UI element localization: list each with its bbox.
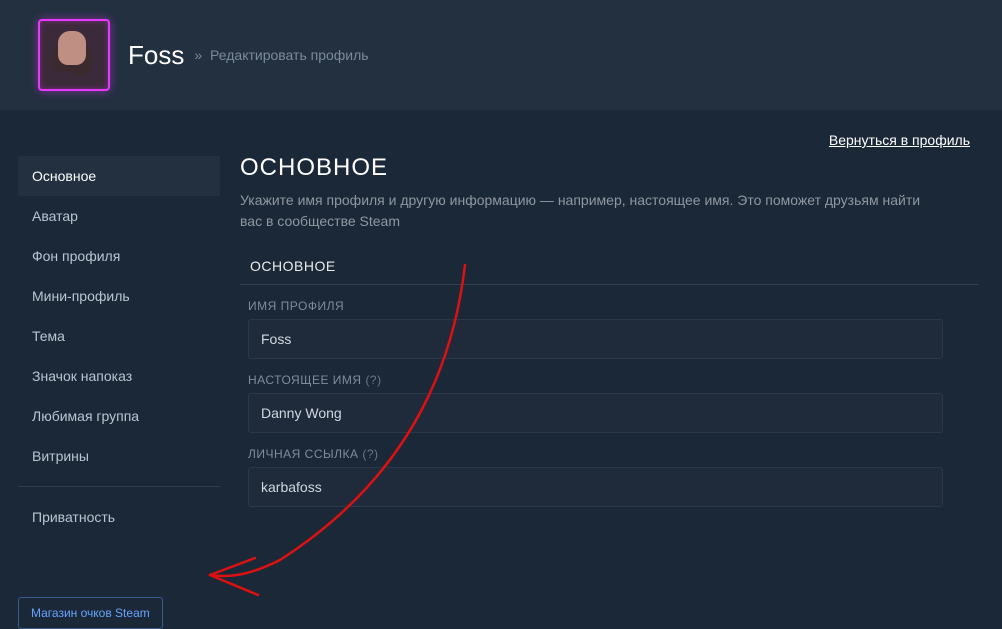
field-custom-url: ЛИЧНАЯ ССЫЛКА (?): [240, 447, 978, 507]
sidebar: Основное Аватар Фон профиля Мини-профиль…: [18, 156, 220, 629]
section-heading-general: ОСНОВНОЕ: [240, 258, 978, 274]
sidebar-item-badge[interactable]: Значок напоказ: [18, 356, 220, 396]
input-custom-url[interactable]: [248, 467, 943, 507]
sidebar-item-theme[interactable]: Тема: [18, 316, 220, 356]
sidebar-item-general[interactable]: Основное: [18, 156, 220, 196]
field-real-name: НАСТОЯЩЕЕ ИМЯ (?): [240, 373, 978, 433]
input-profile-name[interactable]: [248, 319, 943, 359]
label-real-name-text: НАСТОЯЩЕЕ ИМЯ: [248, 373, 362, 387]
help-icon[interactable]: (?): [365, 373, 381, 387]
sidebar-item-avatar[interactable]: Аватар: [18, 196, 220, 236]
sidebar-item-privacy[interactable]: Приватность: [18, 497, 220, 537]
section-divider: [240, 284, 978, 285]
main-panel: ОСНОВНОЕ Укажите имя профиля и другую ин…: [240, 154, 988, 629]
avatar[interactable]: [38, 19, 110, 91]
label-real-name: НАСТОЯЩЕЕ ИМЯ (?): [248, 373, 970, 387]
breadcrumb-text: Редактировать профиль: [210, 47, 369, 63]
field-profile-name: ИМЯ ПРОФИЛЯ: [240, 299, 978, 359]
breadcrumb-sep: »: [194, 47, 202, 63]
points-shop-button[interactable]: Магазин очков Steam: [18, 597, 163, 629]
breadcrumb: » Редактировать профиль: [192, 47, 368, 63]
sidebar-divider: [18, 486, 220, 487]
sidebar-item-showcases[interactable]: Витрины: [18, 436, 220, 476]
sidebar-item-background[interactable]: Фон профиля: [18, 236, 220, 276]
profile-header: Foss » Редактировать профиль: [0, 0, 1002, 110]
help-icon[interactable]: (?): [362, 447, 378, 461]
label-custom-url-text: ЛИЧНАЯ ССЫЛКА: [248, 447, 359, 461]
page-title: ОСНОВНОЕ: [240, 154, 978, 182]
label-profile-name: ИМЯ ПРОФИЛЯ: [248, 299, 970, 313]
page-description: Укажите имя профиля и другую информацию …: [240, 190, 940, 232]
profile-display-name: Foss: [128, 40, 184, 71]
return-to-profile-link[interactable]: Вернуться в профиль: [829, 132, 970, 148]
sidebar-item-miniprofile[interactable]: Мини-профиль: [18, 276, 220, 316]
sidebar-item-group[interactable]: Любимая группа: [18, 396, 220, 436]
input-real-name[interactable]: [248, 393, 943, 433]
label-custom-url: ЛИЧНАЯ ССЫЛКА (?): [248, 447, 970, 461]
